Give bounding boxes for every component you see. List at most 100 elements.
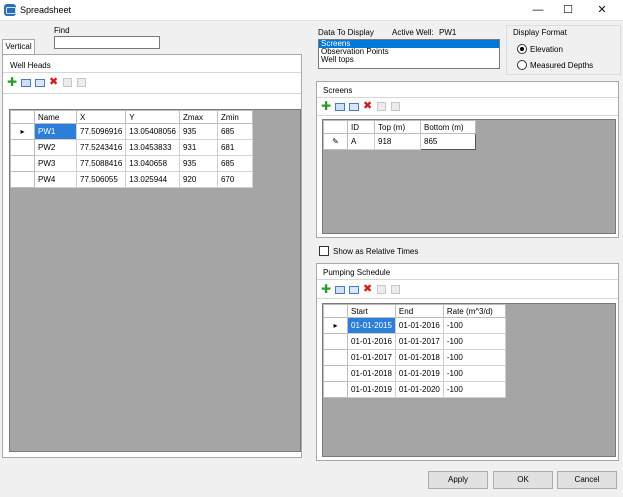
column-header[interactable]: X <box>75 110 127 124</box>
table-row[interactable]: PW3 77.5088416 13.040658 935 685 <box>10 155 253 172</box>
delete-row-icon[interactable]: ✖ <box>363 101 374 112</box>
insert-row-icon[interactable] <box>21 79 31 87</box>
well-heads-grid: Name X Y Zmax Zmin ▸ PW1 77.5096916 13.0… <box>9 109 301 452</box>
well-heads-toolbar: ✚ ✖ <box>7 76 97 90</box>
column-header[interactable]: Zmax <box>178 110 218 124</box>
cell[interactable]: 77.5088416 <box>75 155 127 172</box>
cell[interactable]: -100 <box>442 365 506 382</box>
cell[interactable]: 931 <box>178 139 218 156</box>
close-button[interactable]: ✕ <box>585 0 619 21</box>
measured-depths-label[interactable]: Measured Depths <box>530 61 593 70</box>
table-row[interactable]: 01-01-2016 01-01-2017 -100 <box>323 333 506 350</box>
table-row[interactable]: ▸ 01-01-2015 01-01-2016 -100 <box>323 317 506 334</box>
cell[interactable]: 13.040658 <box>125 155 180 172</box>
pumping-table: Start End Rate (m^3/d) ▸ 01-01-2015 01-0… <box>323 304 506 398</box>
append-row-icon[interactable] <box>35 79 45 87</box>
cell[interactable]: 13.025944 <box>125 171 180 188</box>
cell[interactable]: 01-01-2017 <box>347 349 396 366</box>
edit-row-icon: ✎ <box>323 133 348 150</box>
insert-row-icon[interactable] <box>335 286 345 294</box>
cell[interactable]: 670 <box>216 171 253 188</box>
column-header[interactable]: Top (m) <box>374 120 421 134</box>
add-row-icon[interactable]: ✚ <box>321 100 332 112</box>
row-header[interactable] <box>323 365 348 382</box>
table-row[interactable]: ▸ PW1 77.5096916 13.05408056 935 685 <box>10 123 253 140</box>
cell[interactable]: PW4 <box>34 171 77 188</box>
show-relative-times-label[interactable]: Show as Relative Times <box>333 247 418 256</box>
column-header[interactable]: Zmin <box>216 110 253 124</box>
delete-row-icon[interactable]: ✖ <box>363 284 374 295</box>
cancel-button[interactable]: Cancel <box>557 471 617 489</box>
table-row[interactable]: PW4 77.506055 13.025944 920 670 <box>10 171 253 188</box>
cell[interactable]: 01-01-2017 <box>394 333 444 350</box>
cell[interactable]: PW3 <box>34 155 77 172</box>
delete-row-icon[interactable]: ✖ <box>49 77 60 88</box>
table-row[interactable]: 01-01-2017 01-01-2018 -100 <box>323 349 506 366</box>
column-header[interactable]: Name <box>34 110 77 124</box>
cell[interactable]: 77.5096916 <box>75 123 127 140</box>
show-relative-times-checkbox[interactable] <box>319 246 329 256</box>
table-row[interactable]: PW2 77.5243416 13.0453833 931 681 <box>10 139 253 156</box>
row-header[interactable] <box>10 139 35 156</box>
cell[interactable]: -100 <box>442 317 506 334</box>
column-header[interactable]: End <box>394 304 444 318</box>
cell[interactable]: 681 <box>216 139 253 156</box>
row-header[interactable] <box>323 333 348 350</box>
cell[interactable]: -100 <box>442 333 506 350</box>
elevation-radio[interactable] <box>517 44 527 54</box>
column-header[interactable]: ID <box>347 120 375 134</box>
cell[interactable]: 77.506055 <box>75 171 127 188</box>
cell[interactable]: 935 <box>178 123 218 140</box>
table-row[interactable]: 01-01-2018 01-01-2019 -100 <box>323 365 506 382</box>
apply-button[interactable]: Apply <box>428 471 488 489</box>
cell[interactable]: 13.0453833 <box>125 139 180 156</box>
cell[interactable]: 920 <box>178 171 218 188</box>
data-to-display-list[interactable]: Screens Observation Points Well tops <box>318 39 500 69</box>
table-row[interactable]: ✎ A 918 865 <box>323 133 476 150</box>
column-header[interactable]: Y <box>125 110 180 124</box>
cell[interactable]: 01-01-2016 <box>394 317 444 334</box>
add-row-icon[interactable]: ✚ <box>321 283 332 295</box>
append-row-icon[interactable] <box>349 286 359 294</box>
cell[interactable]: 01-01-2018 <box>347 365 396 382</box>
column-header[interactable]: Start <box>347 304 396 318</box>
ok-button[interactable]: OK <box>493 471 553 489</box>
cell[interactable]: 685 <box>216 123 253 140</box>
measured-depths-radio[interactable] <box>517 60 527 70</box>
find-input[interactable] <box>54 36 160 49</box>
elevation-label[interactable]: Elevation <box>530 45 563 54</box>
cell[interactable]: 01-01-2018 <box>394 349 444 366</box>
append-row-icon[interactable] <box>349 103 359 111</box>
cell[interactable]: 01-01-2019 <box>347 381 396 398</box>
cell[interactable]: 935 <box>178 155 218 172</box>
cell-editing[interactable]: 865 <box>420 133 476 150</box>
cell[interactable]: 918 <box>374 133 421 150</box>
table-row[interactable]: 01-01-2019 01-01-2020 -100 <box>323 381 506 398</box>
column-header[interactable]: Rate (m^3/d) <box>442 304 506 318</box>
cell[interactable]: A <box>347 133 375 150</box>
cell[interactable]: 01-01-2019 <box>394 365 444 382</box>
cell[interactable]: -100 <box>442 349 506 366</box>
row-header[interactable] <box>323 381 348 398</box>
minimize-button[interactable]: — <box>521 0 555 21</box>
maximize-button[interactable]: ☐ <box>551 0 585 21</box>
cell[interactable]: -100 <box>442 381 506 398</box>
row-header[interactable] <box>10 155 35 172</box>
tab-vertical[interactable]: Vertical <box>2 39 35 54</box>
cell[interactable]: 13.05408056 <box>125 123 180 140</box>
row-header[interactable] <box>10 171 35 188</box>
cell[interactable]: 01-01-2015 <box>347 317 396 334</box>
row-header[interactable] <box>323 349 348 366</box>
row-header-corner <box>323 120 348 134</box>
cell[interactable]: 77.5243416 <box>75 139 127 156</box>
column-header[interactable]: Bottom (m) <box>420 120 476 134</box>
list-item-well-tops[interactable]: Well tops <box>319 56 499 64</box>
cell[interactable]: 685 <box>216 155 253 172</box>
current-row-marker: ▸ <box>10 123 35 140</box>
cell[interactable]: PW1 <box>34 123 77 140</box>
cell[interactable]: 01-01-2016 <box>347 333 396 350</box>
add-row-icon[interactable]: ✚ <box>7 76 18 88</box>
cell[interactable]: PW2 <box>34 139 77 156</box>
insert-row-icon[interactable] <box>335 103 345 111</box>
cell[interactable]: 01-01-2020 <box>394 381 444 398</box>
